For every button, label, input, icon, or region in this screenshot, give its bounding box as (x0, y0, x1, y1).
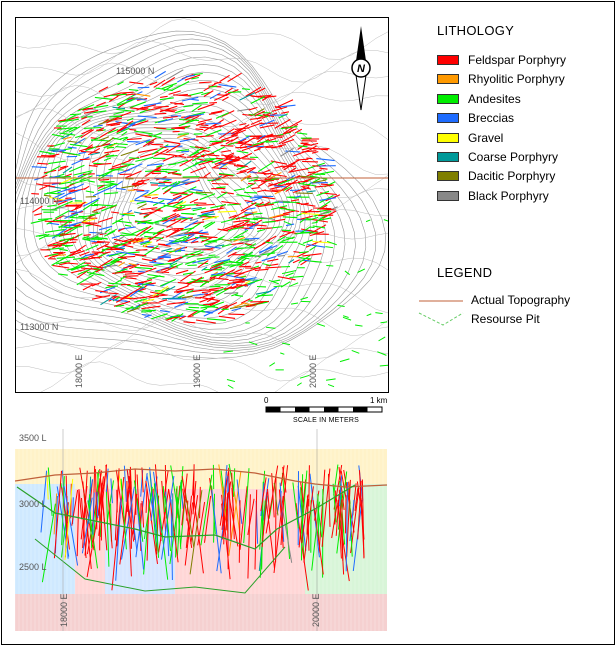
lithology-title: LITHOLOGY (437, 23, 515, 38)
lithology-item: Feldspar Porphyry (437, 52, 566, 68)
color-swatch (437, 152, 459, 162)
lithology-item: Dacitic Porphyry (437, 168, 555, 184)
lithology-label: Coarse Porphyry (468, 150, 559, 164)
lithology-label: Andesites (468, 91, 521, 106)
section-coord-east: 18000 E (59, 593, 69, 627)
lithology-label: Black Porphyry (468, 188, 549, 203)
elevation-label: 3500 L (19, 433, 47, 443)
color-swatch (437, 74, 459, 85)
section-coord-east: 20000 E (311, 593, 321, 627)
color-swatch (437, 171, 459, 182)
legend-label: Resourse Pit (471, 312, 540, 326)
color-swatch (437, 55, 459, 65)
plan-view-map: 115000 N 114000 N 113000 N 18000 E 19000… (15, 17, 389, 393)
dashed-outline-icon (418, 312, 464, 326)
north-letter: N (357, 63, 366, 75)
lithology-item: Andesites (437, 91, 521, 107)
lithology-label: Feldspar Porphyry (468, 53, 567, 67)
coord-east-label: 18000 E (74, 354, 84, 388)
coord-north-label: 115000 N (116, 66, 155, 76)
legend-label: Actual Topography (471, 293, 571, 307)
cross-section-canvas (15, 429, 387, 631)
lithology-item: Black Porphyry (437, 188, 549, 204)
solid-line-icon (419, 300, 463, 302)
coord-east-label: 19000 E (192, 354, 202, 388)
scale-bar: 0 1 km SCALE IN METERS (258, 396, 388, 430)
scale-caption: SCALE IN METERS (293, 417, 360, 424)
color-swatch (437, 190, 459, 201)
lithology-label: Gravel (468, 130, 504, 145)
color-swatch (437, 93, 459, 104)
cross-section-view: 3500 L 3000 L 2500 L 18000 E 20000 E (15, 429, 387, 631)
lithology-item: Rhyolitic Porphyry (437, 71, 565, 87)
legend-title: LEGEND (437, 265, 493, 280)
lithology-item: Breccias (437, 110, 514, 126)
elevation-label: 3000 L (19, 499, 47, 509)
coord-north-label: 114000 N (20, 196, 59, 206)
lithology-label: Rhyolitic Porphyry (468, 72, 565, 87)
lithology-item: Coarse Porphyry (437, 149, 558, 165)
elevation-label: 2500 L (19, 562, 47, 572)
north-arrow-icon: N (346, 24, 376, 112)
legend-item-resource-pit: Resourse Pit (417, 311, 540, 327)
color-swatch (437, 113, 459, 124)
lithology-label: Dacitic Porphyry (468, 169, 556, 184)
lithology-label: Breccias (468, 111, 515, 126)
color-swatch (437, 132, 459, 143)
lithology-item: Gravel (437, 130, 503, 146)
coord-north-label: 113000 N (20, 322, 59, 332)
coord-east-label: 20000 E (308, 354, 318, 388)
plan-map-canvas (16, 18, 388, 392)
legend-item-topography: Actual Topography (417, 292, 570, 308)
